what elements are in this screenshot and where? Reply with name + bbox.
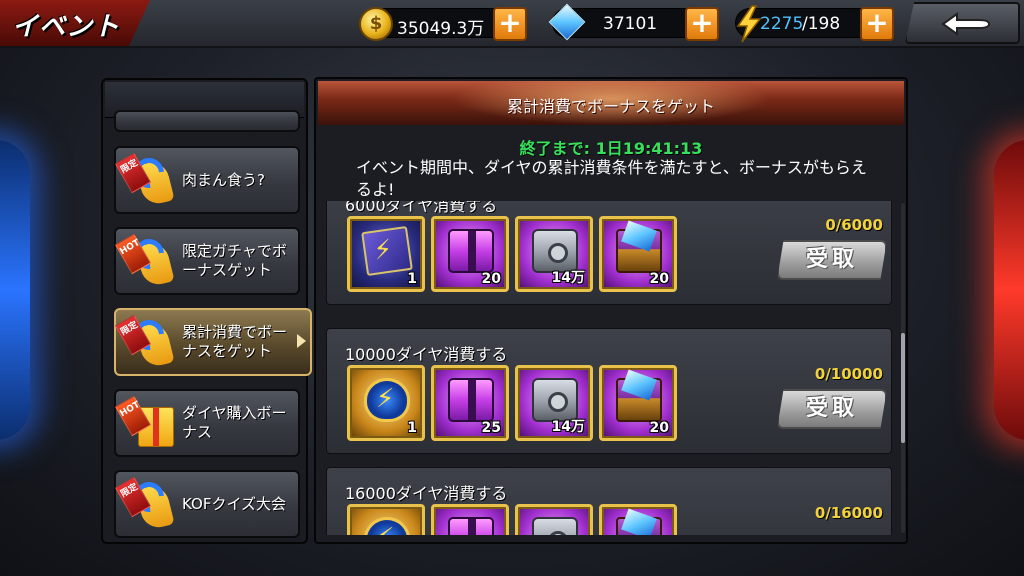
reward-tier-list[interactable]: 6000ダイヤ消費する 0/6000 1 20 14万 20 受取 10000ダ… (326, 201, 896, 535)
gift-box-icon: HOT (114, 395, 178, 451)
menu-item-diamond-purchase[interactable]: HOT ダイヤ購入ボーナス (114, 389, 300, 457)
swirl-scroll-icon: 限定 (114, 151, 178, 208)
claim-button[interactable]: 受取 (777, 389, 887, 429)
event-description: イベント期間中、ダイヤの累計消費条件を満たすと、ボーナスがもらえるよ! (356, 158, 867, 199)
add-gold-button[interactable]: + (493, 7, 527, 41)
purple-gift-box-icon (448, 378, 494, 422)
claim-button[interactable]: 受取 (777, 240, 887, 280)
event-menu: 限定 肉まん食う? HOT 限定ガチャでボーナスゲット 限定 累計消費でボーナス… (101, 78, 312, 544)
back-arrow-icon (941, 12, 991, 36)
gold-safe-icon (532, 517, 578, 535)
reward-count: 20 (481, 271, 501, 287)
reward-count: 20 (649, 271, 669, 287)
reward-slot[interactable]: 1 (347, 216, 425, 292)
menu-item-label: 限定ガチャでボーナスゲット (182, 242, 287, 279)
reward-slot[interactable]: 20 (431, 216, 509, 292)
add-stamina-button[interactable]: + (860, 7, 894, 41)
star-emblem-icon (364, 517, 410, 535)
scrollbar-thumb[interactable] (901, 333, 905, 443)
stamina-max: /198 (802, 14, 841, 34)
reward-slot[interactable]: 1 (347, 365, 425, 441)
swirl-scroll-icon: HOT (114, 232, 178, 289)
reward-count: 20 (649, 420, 669, 436)
reward-slot[interactable]: 20 (599, 365, 677, 441)
reward-tier-row: 6000ダイヤ消費する 0/6000 1 20 14万 20 受取 (326, 201, 892, 305)
gold-currency: 35049.3万 + (359, 7, 527, 41)
reward-slot[interactable] (515, 504, 593, 535)
menu-item-cumulative-spend[interactable]: 限定 累計消費でボーナスをゲット (114, 308, 312, 376)
menu-item-gacha-bonus[interactable]: HOT 限定ガチャでボーナスゲット (114, 227, 300, 295)
right-side-glow (994, 140, 1024, 440)
tier-progress: 0/6000 (825, 216, 883, 234)
menu-item-label: ダイヤ購入ボーナス (182, 404, 287, 441)
stamina-current: 2275 (760, 14, 804, 34)
menu-item-label: 肉まん食う? (182, 170, 265, 189)
menu-item-partial[interactable] (114, 110, 300, 132)
gem-chest-icon (616, 517, 662, 535)
skill-book-icon (361, 226, 413, 276)
reward-slot[interactable]: 20 (599, 216, 677, 292)
diamond-icon (548, 3, 586, 41)
screen-title: イベント (12, 12, 121, 42)
back-button[interactable] (905, 2, 1020, 44)
menu-item-kof-quiz[interactable]: 限定 KOFクイズ大会 (114, 470, 300, 538)
event-detail-title: 累計消費でボーナスをゲット (506, 97, 715, 116)
menu-item-label: KOFクイズ大会 (182, 494, 287, 513)
reward-count: 1 (407, 271, 417, 287)
menu-item-label: 累計消費でボーナスをゲット (182, 323, 288, 360)
reward-count: 25 (481, 420, 501, 436)
tier-progress: 0/16000 (814, 504, 883, 522)
reward-slot[interactable] (599, 504, 677, 535)
gold-amount: 35049.3万 (397, 19, 485, 39)
gem-chest-icon (616, 378, 662, 422)
event-detail-panel: 累計消費でボーナスをゲット 終了まで: 1日19:41:13 イベント期間中、ダ… (314, 77, 908, 544)
reward-tier-row: 16000ダイヤ消費する 0/16000 (326, 467, 892, 535)
event-detail-header: 累計消費でボーナスをゲット (318, 81, 904, 125)
purple-gift-box-icon (448, 229, 494, 273)
stamina-currency: 2275 /198 + (735, 5, 894, 43)
reward-count: 14万 (551, 270, 585, 286)
reward-count: 14万 (551, 419, 585, 435)
countdown-timer: 終了まで: 1日19:41:13 (519, 139, 703, 158)
reward-list-scrollbar[interactable] (901, 203, 905, 533)
tier-progress: 0/10000 (814, 365, 883, 383)
purple-gift-box-icon (448, 517, 494, 535)
add-gems-button[interactable]: + (685, 7, 719, 41)
active-arrow-icon (297, 334, 306, 348)
gold-coin-icon (359, 7, 393, 41)
reward-slot[interactable]: 14万 (515, 365, 593, 441)
swirl-scroll-icon: 限定 (114, 475, 178, 532)
gem-chest-icon (616, 229, 662, 273)
reward-tier-row: 10000ダイヤ消費する 0/10000 1 25 14万 20 受取 (326, 328, 892, 454)
screen-title-banner: イベント (0, 0, 150, 46)
reward-slot[interactable]: 14万 (515, 216, 593, 292)
tier-requirement: 16000ダイヤ消費する (345, 484, 508, 503)
tier-requirement: 6000ダイヤ消費する (345, 201, 498, 215)
reward-slot[interactable] (431, 504, 509, 535)
swirl-scroll-icon: 限定 (114, 313, 178, 370)
lightning-emblem-icon (364, 378, 410, 422)
reward-count: 1 (407, 420, 417, 436)
reward-slot[interactable]: 25 (431, 365, 509, 441)
top-bar: イベント 35049.3万 + 37101 + 2275 /198 + (0, 0, 1024, 48)
gem-currency: 37101 + (548, 3, 719, 41)
reward-slot[interactable] (347, 504, 425, 535)
menu-item-nikuman[interactable]: 限定 肉まん食う? (114, 146, 300, 214)
gem-amount: 37101 (603, 14, 658, 34)
left-side-glow (0, 140, 30, 440)
tier-requirement: 10000ダイヤ消費する (345, 345, 508, 364)
